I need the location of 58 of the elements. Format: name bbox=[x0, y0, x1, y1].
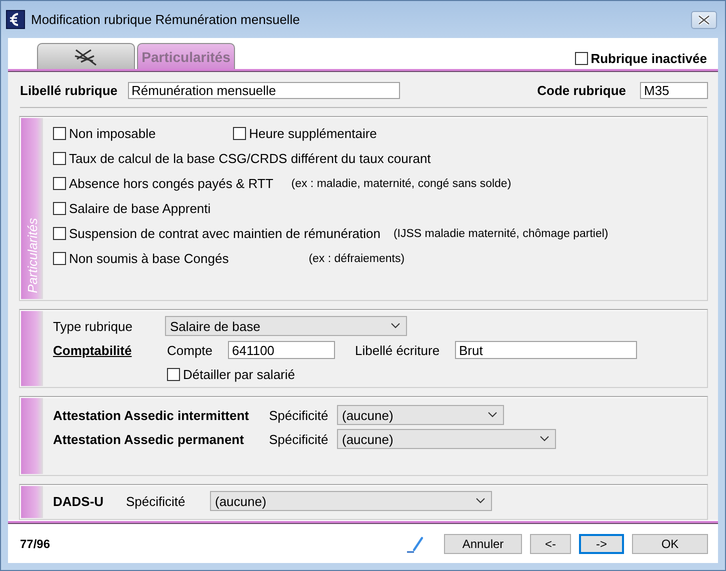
text-field[interactable]: Brut bbox=[455, 341, 637, 360]
dialog-button[interactable]: OK bbox=[632, 534, 708, 554]
checkbox-label: Salaire de base Apprenti bbox=[69, 201, 211, 216]
dropdown[interactable]: (aucune) bbox=[337, 405, 504, 426]
checkbox-label: Taux de calcul de la base CSG/CRDS différent du taux courant bbox=[69, 151, 431, 166]
window-title: Modification rubrique Rémunération mensuelle bbox=[31, 12, 301, 27]
checkbox[interactable] bbox=[53, 127, 66, 140]
hint-text: (IJSS maladie maternité, chômage partiel) bbox=[393, 228, 608, 240]
checkbox-label: Absence hors congés payés & RTT bbox=[69, 176, 274, 192]
checkbox[interactable] bbox=[53, 227, 66, 240]
field-label: Spécificité bbox=[126, 494, 186, 509]
checkbox[interactable] bbox=[53, 177, 66, 190]
checkbox[interactable] bbox=[574, 52, 588, 66]
dialog-button[interactable]: Annuler bbox=[444, 534, 522, 554]
app-icon bbox=[6, 10, 25, 29]
checkbox[interactable] bbox=[233, 127, 246, 140]
chevron-down-icon bbox=[540, 436, 549, 442]
checkbox[interactable] bbox=[167, 368, 180, 381]
pen-icon[interactable] bbox=[406, 534, 424, 553]
field-label: Libellé écriture bbox=[355, 342, 441, 358]
dropdown[interactable]: Salaire de base bbox=[165, 316, 407, 336]
checkbox-label: Rubrique inactivée bbox=[590, 51, 707, 66]
checkbox-label: Non soumis à base Congés bbox=[69, 251, 229, 266]
dialog-button[interactable]: <- bbox=[530, 534, 571, 554]
field-label: Type rubrique bbox=[53, 318, 134, 334]
checkbox[interactable] bbox=[53, 152, 66, 166]
dialog-button[interactable]: -> bbox=[579, 534, 624, 554]
checkbox[interactable] bbox=[53, 252, 66, 266]
close-icon bbox=[698, 14, 710, 24]
field-label: Attestation Assedic intermittent bbox=[53, 408, 250, 423]
section-stripe bbox=[21, 486, 43, 518]
dropdown[interactable]: (aucune) bbox=[337, 429, 556, 450]
hint-text: (ex : défraiements) bbox=[308, 252, 405, 265]
checkbox-label: Heure supplémentaire bbox=[249, 126, 377, 142]
checkbox-label: Suspension de contrat avec maintien de rémunération bbox=[69, 226, 380, 242]
field-label: Attestation Assedic permanent bbox=[53, 432, 245, 447]
close-button[interactable] bbox=[691, 10, 717, 28]
field-label: Compte bbox=[167, 342, 214, 358]
chevron-down-icon bbox=[476, 498, 485, 504]
record-counter: 77/96 bbox=[20, 536, 50, 551]
dropdown[interactable]: (aucune) bbox=[210, 491, 492, 512]
field-label: Libellé rubrique bbox=[20, 83, 118, 98]
checkbox-label: Non imposable bbox=[69, 126, 156, 142]
checkbox[interactable] bbox=[53, 202, 66, 216]
tab[interactable] bbox=[37, 43, 135, 70]
field-label: Code rubrique bbox=[537, 83, 626, 98]
checkbox-label: Détailler par salarié bbox=[183, 366, 295, 382]
field-label: DADS-U bbox=[53, 494, 105, 509]
field-label: Spécificité bbox=[269, 408, 330, 423]
section-title: Particularités bbox=[24, 218, 40, 294]
chevron-down-icon bbox=[391, 323, 400, 330]
text-field[interactable]: 641100 bbox=[228, 341, 335, 360]
section-label: Comptabilité bbox=[53, 342, 133, 358]
hint-text: (ex : maladie, maternité, congé sans solde) bbox=[291, 178, 512, 190]
chevron-down-icon bbox=[488, 412, 497, 418]
field-label: Spécificité bbox=[269, 432, 330, 447]
text-field[interactable]: M35 bbox=[640, 82, 708, 100]
text-field[interactable]: Rémunération mensuelle bbox=[128, 82, 400, 100]
